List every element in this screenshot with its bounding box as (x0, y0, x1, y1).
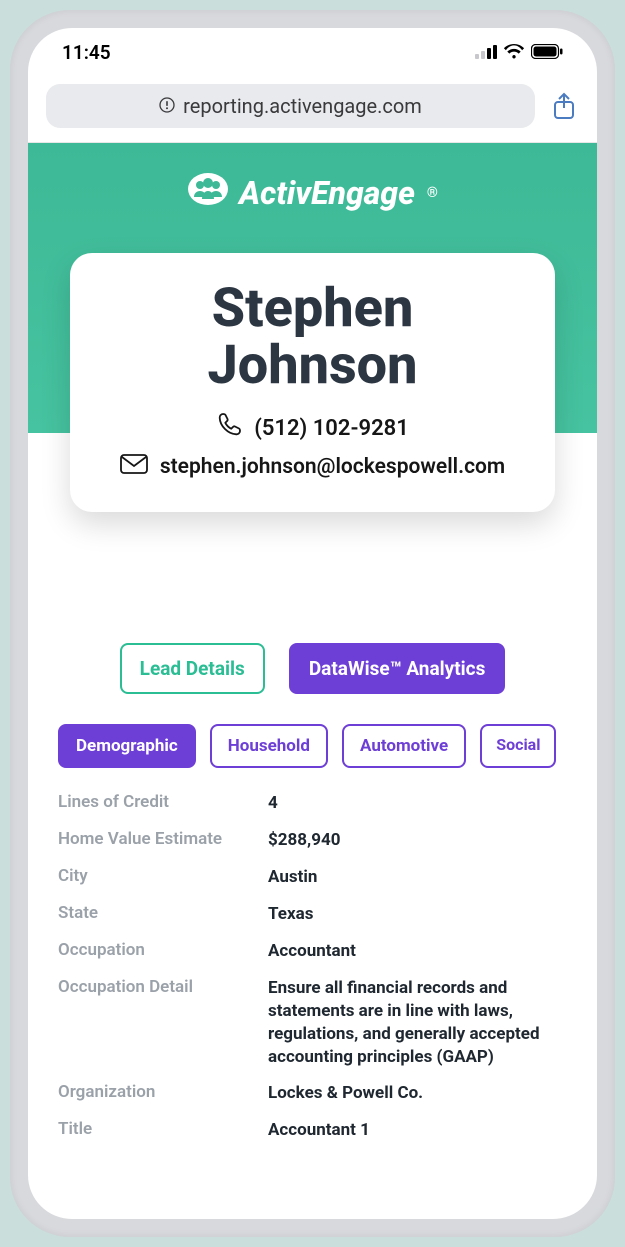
status-bar: 11:45 (28, 28, 597, 76)
lead-card: Stephen Johnson (512) 102-9281 stephen.j… (70, 253, 555, 512)
signal-icon (475, 41, 497, 64)
brand-logo: ActivEngage ® (28, 143, 597, 215)
field-label: Occupation (58, 940, 268, 960)
below-card: Lead Details DataWise™ Analytics Demogra… (28, 603, 597, 1219)
lead-name: Stephen Johnson (90, 281, 535, 394)
browser-bar: reporting.activengage.com (28, 76, 597, 143)
data-row: Home Value Estimate$288,940 (58, 829, 567, 852)
brand-name: ActivEngage (239, 174, 415, 212)
mail-icon (120, 454, 148, 480)
field-value: Accountant (268, 940, 567, 963)
data-row: OrganizationLockes & Powell Co. (58, 1082, 567, 1105)
data-row: StateTexas (58, 903, 567, 926)
wifi-icon (503, 41, 525, 64)
email-row[interactable]: stephen.johnson@lockespowell.com (90, 454, 535, 480)
email-address: stephen.johnson@lockespowell.com (160, 455, 505, 479)
field-value: Austin (268, 866, 567, 889)
content: ActivEngage ® Stephen Johnson (512) 102-9… (28, 143, 597, 1219)
field-value: Texas (268, 903, 567, 926)
field-label: Lines of Credit (58, 792, 268, 812)
lead-first-name: Stephen (212, 277, 414, 340)
phone-number: (512) 102-9281 (254, 416, 409, 441)
data-row: OccupationAccountant (58, 940, 567, 963)
field-label: Occupation Detail (58, 977, 268, 997)
sub-tabs: Demographic Household Automotive Social (58, 724, 567, 768)
field-value: Accountant 1 (268, 1119, 567, 1142)
field-label: City (58, 866, 268, 886)
field-label: Title (58, 1119, 268, 1139)
field-label: State (58, 903, 268, 923)
people-icon (187, 171, 229, 215)
status-right (475, 41, 563, 64)
field-label: Organization (58, 1082, 268, 1102)
field-value: Lockes & Powell Co. (268, 1082, 567, 1105)
phone-row[interactable]: (512) 102-9281 (90, 412, 535, 444)
data-row: Lines of Credit4 (58, 792, 567, 815)
main-tabs: Lead Details DataWise™ Analytics (58, 643, 567, 694)
url-field[interactable]: reporting.activengage.com (46, 84, 535, 128)
data-rows: Lines of Credit4 Home Value Estimate$288… (58, 792, 567, 1142)
data-row: CityAustin (58, 866, 567, 889)
data-row: TitleAccountant 1 (58, 1119, 567, 1142)
phone-icon (216, 412, 242, 444)
data-row: Occupation DetailEnsure all financial re… (58, 977, 567, 1069)
field-value: 4 (268, 792, 567, 815)
lead-last-name: Johnson (208, 334, 418, 397)
chip-household[interactable]: Household (210, 724, 328, 768)
phone-frame: 11:45 reporting.activengage.com (10, 10, 615, 1237)
chip-demographic[interactable]: Demographic (58, 724, 196, 768)
chip-automotive[interactable]: Automotive (342, 724, 466, 768)
share-button[interactable] (549, 91, 579, 121)
field-label: Home Value Estimate (58, 829, 268, 849)
chip-social[interactable]: Social (480, 724, 556, 768)
tab-datawise-analytics[interactable]: DataWise™ Analytics (289, 643, 506, 694)
status-time: 11:45 (62, 41, 111, 64)
phone-screen: 11:45 reporting.activengage.com (28, 28, 597, 1219)
battery-icon (531, 41, 563, 64)
field-value: Ensure all financial records and stateme… (268, 977, 567, 1069)
lock-icon (159, 94, 175, 118)
url-text: reporting.activengage.com (183, 94, 422, 118)
tab-lead-details[interactable]: Lead Details (120, 643, 265, 694)
field-value: $288,940 (268, 829, 567, 852)
registered-mark: ® (427, 185, 438, 201)
